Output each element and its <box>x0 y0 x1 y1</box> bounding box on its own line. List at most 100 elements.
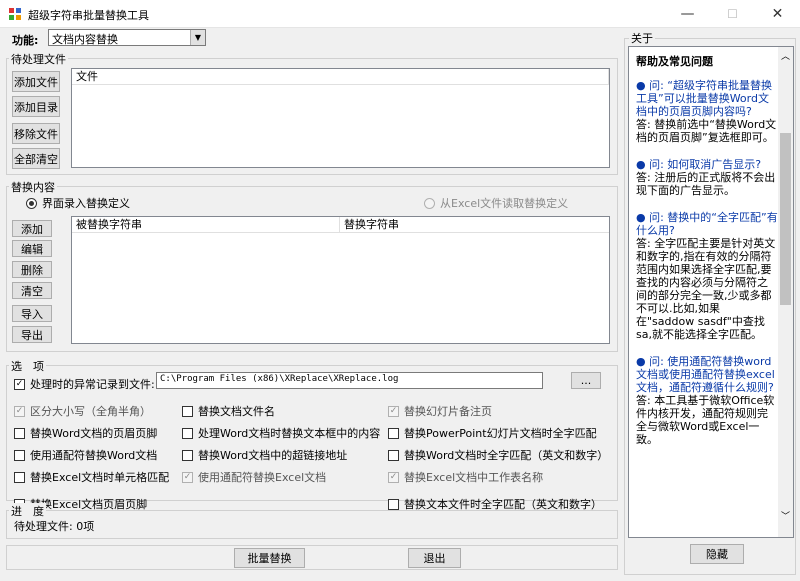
help-answer: 答: 全字匹配主要是针对英文和数字的,指在有效的分隔符范围内如果选择全字匹配,要… <box>636 237 776 341</box>
ppt-notes-option[interactable]: ✓ 替换幻灯片备注页 <box>388 400 608 422</box>
help-item: ● 问: “超级字符串批量替换工具”可以批量替换Word文档中的页眉页脚内容吗?… <box>636 79 778 144</box>
progress-group <box>6 510 618 539</box>
exit-button[interactable]: 退出 <box>408 548 461 568</box>
excel-wildcard-option[interactable]: ✓ 使用通配符替换Excel文档 <box>182 466 380 488</box>
rename-files-label: 替换文档文件名 <box>198 405 275 418</box>
options-col2: 替换文档文件名 处理Word文档时替换文本框中的内容 替换Word文档中的超链接… <box>182 400 380 488</box>
column-header-replace[interactable]: 替换字符串 <box>340 217 609 233</box>
import-button[interactable]: 导入 <box>12 305 52 322</box>
file-list[interactable]: 文件 <box>71 68 610 168</box>
word-header-footer-label: 替换Word文档的页眉页脚 <box>30 427 158 440</box>
log-errors-option[interactable]: ✓ 处理时的异常记录到文件: <box>14 376 155 392</box>
clear-all-button[interactable]: 全部清空 <box>12 148 60 169</box>
case-sensitive-label: 区分大小写（全角半角） <box>30 405 151 418</box>
replace-list[interactable]: 被替换字符串 替换字符串 <box>71 216 610 344</box>
help-content: 帮助及常见问题 ● 问: “超级字符串批量替换工具”可以批量替换Word文档中的… <box>632 47 778 460</box>
excel-sheet-name-label: 替换Excel文档中工作表名称 <box>404 471 544 484</box>
help-item: ● 问: 如何取消广告显示? 答: 注册后的正式版将不会出现下面的广告显示。 <box>636 158 778 197</box>
help-panel[interactable]: 帮助及常见问题 ● 问: “超级字符串批量替换工具”可以批量替换Word文档中的… <box>628 46 794 538</box>
minimize-button[interactable]: — <box>665 0 710 28</box>
bottom-bar <box>6 545 618 570</box>
add-file-button[interactable]: 添加文件 <box>12 71 60 92</box>
remove-file-button[interactable]: 移除文件 <box>12 123 60 144</box>
help-question: ● 问: 替换中的“全字匹配”有什么用? <box>636 211 778 237</box>
ppt-whole-word-label: 替换PowerPoint幻灯片文档时全字匹配 <box>404 427 597 440</box>
checkbox[interactable]: ✓ <box>14 405 25 417</box>
checkbox[interactable] <box>14 427 25 439</box>
checkbox[interactable] <box>388 449 399 461</box>
pending-files-legend: 待处理文件 <box>9 51 68 67</box>
help-answer: 答: 替换前选中“替换Word文档的页眉页脚”复选框即可。 <box>636 118 777 144</box>
close-button[interactable]: ✕ <box>755 0 800 28</box>
word-whole-word-option[interactable]: 替换Word文档时全字匹配（英文和数字） <box>388 444 608 466</box>
radio-button[interactable] <box>26 197 37 209</box>
checkbox[interactable]: ✓ <box>14 378 25 390</box>
add-button[interactable]: 添加 <box>12 220 52 237</box>
ppt-notes-label: 替换幻灯片备注页 <box>404 405 492 418</box>
radio-excel-source-label: 从Excel文件读取替换定义 <box>440 197 569 210</box>
clear-button[interactable]: 清空 <box>12 282 52 299</box>
help-item: ● 问: 使用通配符替换word文档或使用通配符替换excel文档，通配符遵循什… <box>636 355 778 446</box>
rename-files-option[interactable]: 替换文档文件名 <box>182 400 380 422</box>
progress-status: 待处理文件: 0项 <box>14 520 95 533</box>
help-title: 帮助及常见问题 <box>636 55 713 68</box>
checkbox[interactable] <box>14 449 25 461</box>
options-col1: ✓ 区分大小写（全角半角） 替换Word文档的页眉页脚 使用通配符替换Word文档… <box>14 400 169 515</box>
checkbox[interactable]: ✓ <box>388 405 399 417</box>
case-sensitive-option[interactable]: ✓ 区分大小写（全角半角） <box>14 400 169 422</box>
help-question: ● 问: “超级字符串批量替换工具”可以批量替换Word文档中的页眉页脚内容吗? <box>636 79 772 118</box>
word-whole-word-label: 替换Word文档时全字匹配（英文和数字） <box>404 449 609 462</box>
column-header-find[interactable]: 被替换字符串 <box>72 217 340 233</box>
checkbox[interactable] <box>388 498 399 510</box>
word-header-footer-option[interactable]: 替换Word文档的页眉页脚 <box>14 422 169 444</box>
checkbox[interactable] <box>388 427 399 439</box>
word-hyperlink-option[interactable]: 替换Word文档中的超链接地址 <box>182 444 380 466</box>
checkbox[interactable] <box>182 449 193 461</box>
ppt-whole-word-option[interactable]: 替换PowerPoint幻灯片文档时全字匹配 <box>388 422 608 444</box>
checkbox[interactable] <box>14 471 25 483</box>
word-wildcard-option[interactable]: 使用通配符替换Word文档 <box>14 444 169 466</box>
file-list-header: 文件 <box>72 69 609 85</box>
delete-button[interactable]: 删除 <box>12 261 52 278</box>
radio-excel-source[interactable]: 从Excel文件读取替换定义 <box>424 195 568 211</box>
checkbox[interactable] <box>182 427 193 439</box>
options-legend: 选 项 <box>9 358 46 374</box>
add-folder-button[interactable]: 添加目录 <box>12 96 60 117</box>
word-hyperlink-label: 替换Word文档中的超链接地址 <box>198 449 348 462</box>
log-errors-label: 处理时的异常记录到文件: <box>30 378 155 391</box>
excel-sheet-name-option[interactable]: ✓ 替换Excel文档中工作表名称 <box>388 466 608 488</box>
export-button[interactable]: 导出 <box>12 326 52 343</box>
edit-button[interactable]: 编辑 <box>12 240 52 257</box>
scroll-up-icon[interactable]: ︿ <box>778 49 793 63</box>
window-title: 超级字符串批量替换工具 <box>28 9 149 22</box>
checkbox[interactable]: ✓ <box>388 471 399 483</box>
help-question: ● 问: 如何取消广告显示? <box>636 158 762 171</box>
word-textbox-option[interactable]: 处理Word文档时替换文本框中的内容 <box>182 422 380 444</box>
help-scrollbar[interactable]: ︿ ﹀ <box>778 47 793 537</box>
radio-ui-entry[interactable]: 界面录入替换定义 <box>26 195 130 211</box>
word-textbox-label: 处理Word文档时替换文本框中的内容 <box>198 427 381 440</box>
hide-button[interactable]: 隐藏 <box>690 544 744 564</box>
app-icon <box>9 8 21 20</box>
radio-button[interactable] <box>424 197 435 209</box>
checkbox[interactable]: ✓ <box>182 471 193 483</box>
about-legend: 关于 <box>629 30 655 46</box>
help-answer: 答: 本工具基于微软Office软件内核开发，通配符规则完全与微软Word或Ex… <box>636 394 775 446</box>
radio-ui-entry-label: 界面录入替换定义 <box>42 197 130 210</box>
title-bar: 超级字符串批量替换工具 — ☐ ✕ <box>0 0 800 28</box>
progress-legend: 进 度 <box>9 503 46 519</box>
help-answer: 答: 注册后的正式版将不会出现下面的广告显示。 <box>636 171 776 197</box>
column-header-file[interactable]: 文件 <box>72 69 609 85</box>
help-question: ● 问: 使用通配符替换word文档或使用通配符替换excel文档，通配符遵循什… <box>636 355 775 394</box>
checkbox[interactable] <box>182 405 193 417</box>
maximize-button[interactable]: ☐ <box>710 0 755 28</box>
browse-button[interactable]: ... <box>571 372 601 389</box>
chevron-down-icon[interactable]: ▼ <box>190 30 205 45</box>
function-select-value: 文档内容替换 <box>52 33 118 46</box>
log-path-input[interactable]: C:\Program Files (x86)\XReplace\XReplace… <box>156 372 543 389</box>
batch-replace-button[interactable]: 批量替换 <box>234 548 305 568</box>
excel-cell-match-option[interactable]: 替换Excel文档时单元格匹配 <box>14 466 169 488</box>
function-select[interactable]: 文档内容替换 ▼ <box>48 29 206 46</box>
scroll-down-icon[interactable]: ﹀ <box>778 509 793 523</box>
scroll-thumb[interactable] <box>780 133 791 305</box>
